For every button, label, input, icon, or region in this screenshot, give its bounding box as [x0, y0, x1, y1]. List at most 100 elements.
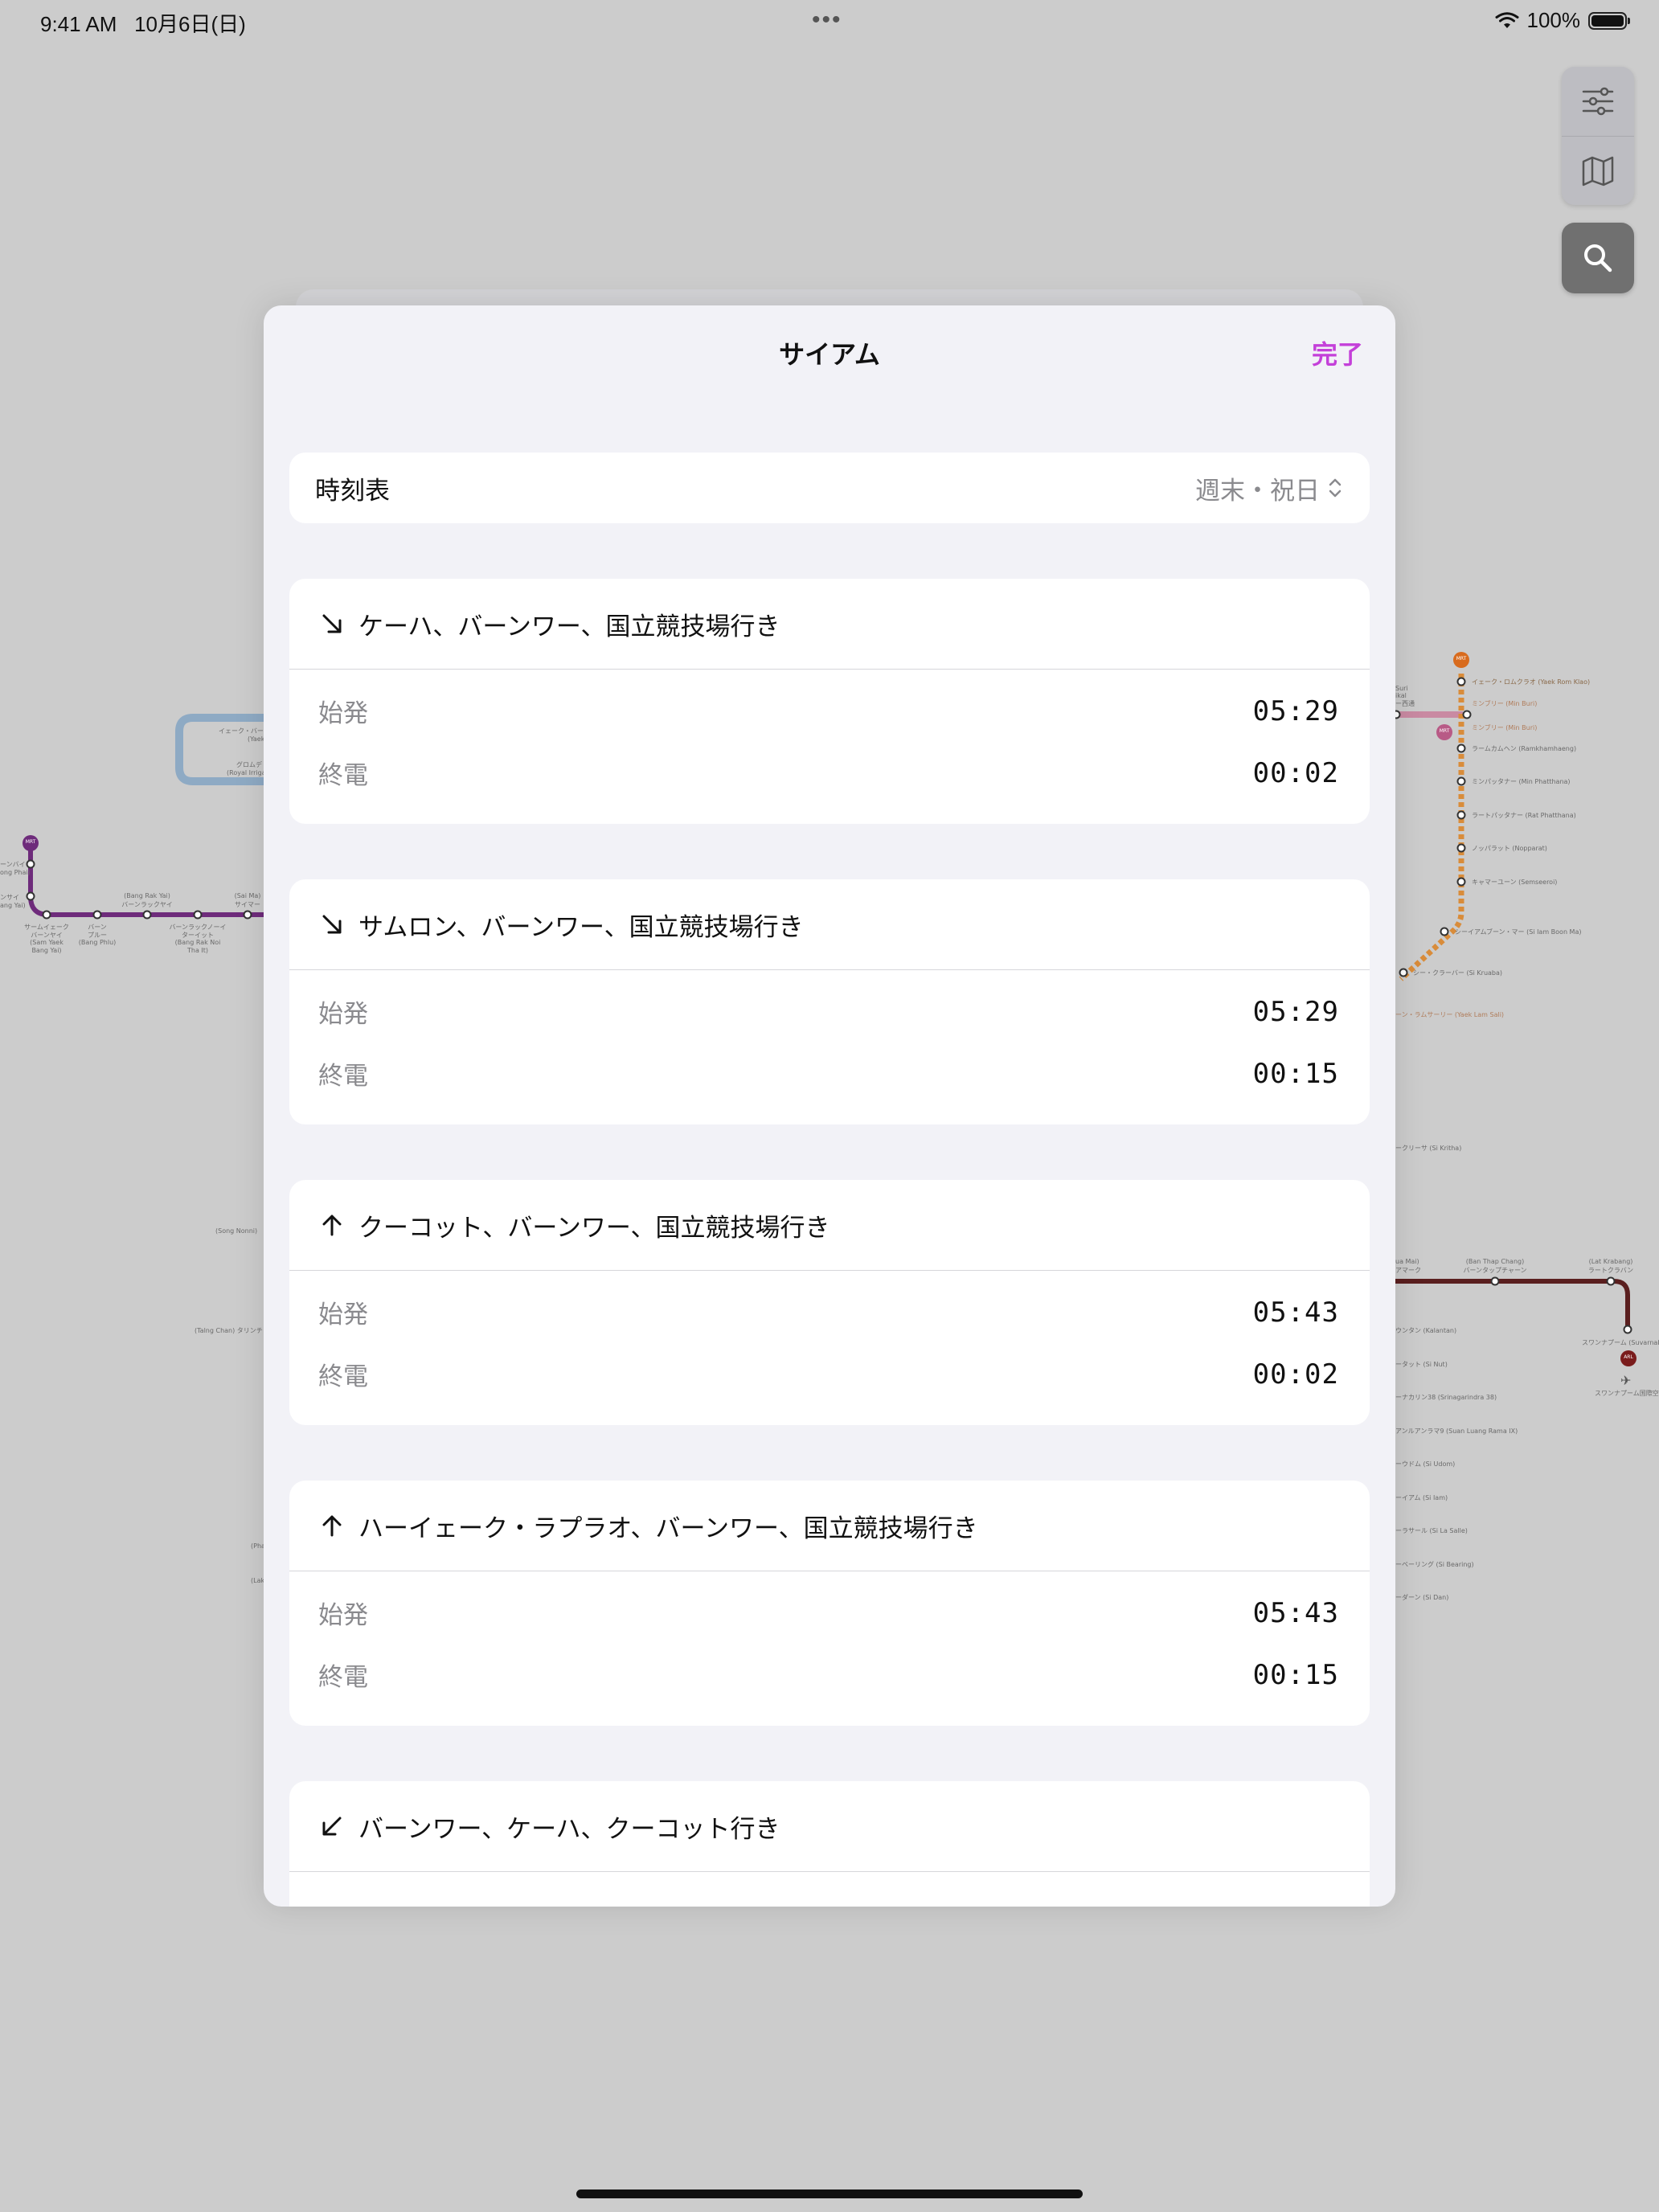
direction-destination: サムロン、バーンワー、国立競技場行き [358, 912, 804, 942]
map-station-label: キャマーユーン (Semseeroi) [1472, 879, 1558, 886]
map-station-label: スワンナプーム国際空 [1595, 1390, 1659, 1397]
map-station-label: (Bang Phlu) [78, 939, 117, 946]
map-station-label: ー西通 [1395, 700, 1415, 707]
map-station-label: ンサイ [0, 894, 19, 901]
search-icon [1584, 244, 1612, 272]
schedule-picker-value: 週末・祝日 [1195, 476, 1320, 506]
home-indicator[interactable] [576, 2189, 1083, 2198]
first-train-label: 始発 [318, 1301, 368, 1329]
map-station-label: ang Yai) [0, 902, 26, 909]
map-station-label: (Bang Rak Noi [174, 939, 221, 946]
last-train-row: 終電 00:15 [289, 1043, 1370, 1104]
first-train-time: 05:43 [1252, 1596, 1339, 1629]
sheet-title: サイアム [779, 339, 880, 370]
last-train-label: 終電 [318, 1663, 368, 1692]
map-station-label: ーウドム (Si Udom) [1395, 1460, 1456, 1468]
battery-percent: 100% [1526, 8, 1581, 32]
direction-header: クーコット、バーンワー、国立競技場行き [289, 1180, 1370, 1271]
chevron-up-down-icon [1329, 478, 1342, 498]
last-train-time: 00:02 [1252, 1358, 1339, 1391]
map-station-label: スワンナプーム (Suvarnabh [1582, 1339, 1659, 1346]
map-station-label: ラームカムヘン (Ramkhamhaeng) [1472, 745, 1577, 752]
arrow-up-icon [318, 1211, 346, 1239]
map-station-label: バーンタップチャーン [1463, 1267, 1527, 1274]
battery-icon [1588, 11, 1630, 30]
map-station-label: ークリーサ (Si Kritha) [1395, 1145, 1462, 1152]
map-station-label: バーンラックヤイ [121, 901, 173, 908]
map-station-label: (Lat Krabang) [1588, 1258, 1633, 1265]
map-line-darkred [1395, 1279, 1630, 1329]
map-stations-purple [26, 859, 252, 920]
map-station-label: ーラサール (Si La Salle) [1395, 1527, 1468, 1534]
map-station-label: (Lak [251, 1577, 265, 1584]
map-badge-text: MRT [25, 839, 36, 845]
map-station-label: イェーク・バー [219, 727, 264, 735]
map-station-label: (Royal Irriga [227, 769, 266, 776]
last-train-time: 00:15 [1252, 1057, 1339, 1090]
map-station-label: ーンバイ [0, 861, 26, 868]
direction-header: サムロン、バーンワー、国立競技場行き [289, 879, 1370, 970]
schedule-picker[interactable]: 週末・祝日 [1195, 470, 1342, 506]
direction-header: バーンワー、ケーハ、クーコット行き [289, 1781, 1370, 1872]
map-station-label: ミンブリー (Min Buri) [1472, 700, 1538, 707]
filter-button[interactable] [1562, 67, 1634, 136]
map-station-label: アマーク [1395, 1267, 1421, 1274]
first-train-time: 05:29 [1252, 694, 1339, 727]
direction-card: サムロン、バーンワー、国立競技場行き 始発 05:29 終電 00:15 [289, 879, 1370, 1124]
map-station-label: (Talng Chan) タリンチャ [195, 1327, 269, 1334]
last-train-label: 終電 [318, 761, 368, 790]
status-time: 9:41 AM 10月6日(日) [40, 12, 246, 36]
arrow-down-left-icon [318, 1813, 346, 1840]
map-station-label: Bang Yai) [31, 947, 62, 954]
map-station-label: Suri [1395, 685, 1408, 692]
map-station-label: ミンブリー (Min Buri) [1472, 724, 1538, 731]
direction-card: ハーイェーク・ラプラオ、バーンワー、国立競技場行き 始発 05:43 終電 00… [289, 1481, 1370, 1726]
map-station-label: ua Mai) [1395, 1258, 1419, 1265]
map-station-label: シー・クラーバー (Si Kruaba) [1413, 969, 1503, 977]
map-station-label: ーン・ラムサーリー (Yaek Lam Sali) [1395, 1011, 1505, 1018]
map-station-label: ーベーリング (Si Bearing) [1395, 1561, 1474, 1568]
first-train-time: 05:29 [1252, 995, 1339, 1028]
map-station-label: シーイアムブーン・マー (Si Iam Boon Ma) [1455, 928, 1582, 936]
map-station-label: (Ban Thap Chang) [1465, 1258, 1525, 1265]
map-station-label: ミンパッタナー (Min Phatthana) [1472, 778, 1571, 785]
sliders-icon [1582, 87, 1614, 116]
map-station-label: ikal [1395, 692, 1407, 699]
first-train-time: 05:43 [1252, 1296, 1339, 1329]
map-station-label: ラートクラバン [1587, 1267, 1634, 1274]
first-train-label: 始発 [318, 699, 368, 728]
direction-header: ハーイェーク・ラプラオ、バーンワー、国立競技場行き [289, 1481, 1370, 1571]
map-line-orange [1399, 674, 1464, 981]
arrow-down-right-icon [318, 610, 346, 637]
map-badge-text: ARL [1624, 1354, 1633, 1360]
direction-destination: ハーイェーク・ラプラオ、バーンワー、国立競技場行き [358, 1514, 978, 1543]
map-station-label: ータット (Si Nut) [1395, 1361, 1448, 1368]
multitasking-dots[interactable]: ••• [812, 6, 842, 34]
map-station-label: サイマー [235, 901, 260, 908]
search-button[interactable] [1562, 223, 1634, 293]
last-train-label: 終電 [318, 1362, 368, 1391]
done-button[interactable]: 完了 [1312, 334, 1363, 371]
direction-destination: ケーハ、バーンワー、国立競技場行き [358, 612, 780, 641]
map-style-button[interactable] [1562, 136, 1634, 205]
direction-header: ケーハ、バーンワー、国立競技場行き [289, 579, 1370, 670]
map-controls [1562, 67, 1634, 205]
first-train-row: 始発 05:43 [289, 1582, 1370, 1644]
last-train-time: 00:02 [1252, 756, 1339, 789]
first-train-row: 始発 05:43 [289, 1281, 1370, 1343]
arrow-up-icon [318, 1512, 346, 1539]
map-station-label: (Bang Rak Yai) [124, 892, 170, 899]
timetable-selector[interactable]: 時刻表 週末・祝日 [289, 453, 1370, 523]
map-station-label: ラートパッタナー (Rat Phatthana) [1472, 812, 1576, 819]
last-train-row: 終電 00:02 [289, 1343, 1370, 1405]
first-train-row: 始発 05:29 [289, 680, 1370, 742]
direction-destination: バーンワー、ケーハ、クーコット行き [358, 1814, 780, 1844]
map-station-label: ong Phai) [0, 869, 31, 876]
first-train-row: 始発 05:29 [289, 981, 1370, 1043]
map-station-label: ノッパラット (Nopparat) [1472, 845, 1547, 852]
station-sheet: サイアム 完了 時刻表 週末・祝日 ケーハ、バーンワー、国立競技場行き 始発 0… [264, 305, 1395, 1907]
airplane-icon: ✈ [1620, 1373, 1632, 1388]
direction-destination: クーコット、バーンワー、国立競技場行き [358, 1213, 830, 1243]
direction-card: ケーハ、バーンワー、国立競技場行き 始発 05:29 終電 00:02 [289, 579, 1370, 824]
direction-card: バーンワー、ケーハ、クーコット行き [289, 1781, 1370, 1907]
